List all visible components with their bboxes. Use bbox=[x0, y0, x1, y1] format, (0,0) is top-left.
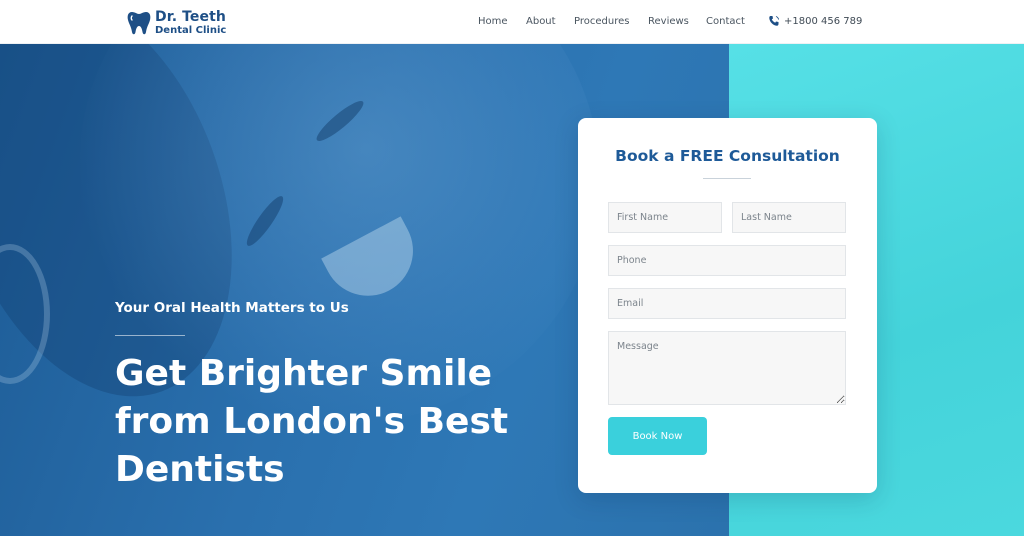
nav-procedures[interactable]: Procedures bbox=[574, 16, 629, 27]
nav-about[interactable]: About bbox=[526, 16, 556, 27]
book-now-button[interactable]: Book Now bbox=[608, 417, 707, 455]
phone-number: +1800 456 789 bbox=[784, 15, 863, 27]
headline-line: Get Brighter Smile bbox=[115, 353, 493, 394]
brand-subtitle: Dental Clinic bbox=[155, 25, 227, 36]
phone-link[interactable]: +1800 456 789 bbox=[768, 15, 862, 27]
brand-title: Dr. Teeth bbox=[155, 9, 226, 25]
nav-contact[interactable]: Contact bbox=[706, 16, 745, 27]
headline-line: Dentists bbox=[115, 449, 285, 490]
email-field[interactable] bbox=[608, 288, 846, 319]
phone-icon bbox=[769, 16, 780, 26]
logo[interactable]: Dr. Teeth Dental Clinic bbox=[127, 9, 226, 37]
headline-line: from London's Best bbox=[115, 401, 509, 442]
tagline-divider bbox=[115, 335, 185, 336]
consultation-form-card: Book a FREE Consultation Book Now bbox=[578, 118, 877, 493]
hero-headline: Get Brighter Smile from London's Best De… bbox=[115, 350, 555, 494]
form-title: Book a FREE Consultation bbox=[615, 147, 840, 165]
tooth-icon bbox=[127, 12, 151, 35]
nav-home[interactable]: Home bbox=[478, 16, 508, 27]
form-title-divider bbox=[703, 178, 751, 179]
hero-tagline: Your Oral Health Matters to Us bbox=[115, 300, 349, 316]
first-name-field[interactable] bbox=[608, 202, 722, 233]
site-header: Dr. Teeth Dental Clinic Home About Proce… bbox=[0, 0, 1024, 44]
phone-field[interactable] bbox=[608, 245, 846, 276]
message-field[interactable] bbox=[608, 331, 846, 405]
last-name-field[interactable] bbox=[732, 202, 846, 233]
nav-reviews[interactable]: Reviews bbox=[648, 16, 689, 27]
